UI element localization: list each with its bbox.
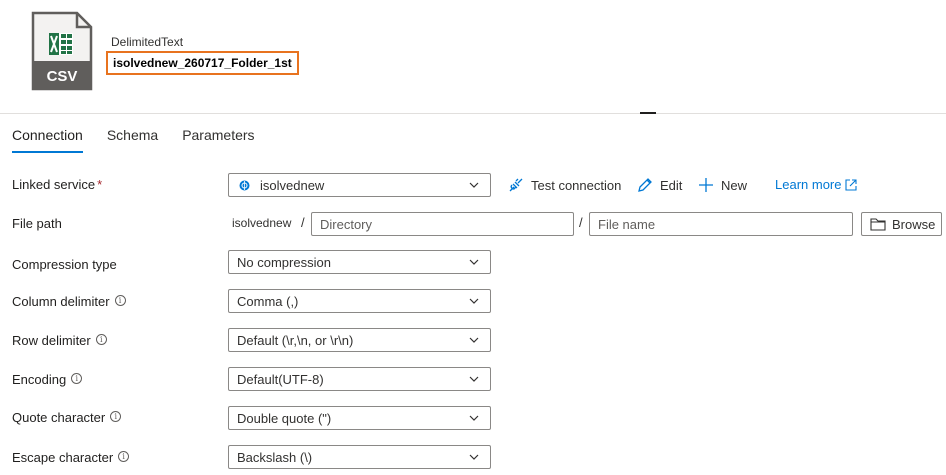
chevron-down-icon <box>469 454 479 460</box>
external-link-icon <box>845 178 858 191</box>
new-label: New <box>721 177 748 193</box>
row-delimiter-value: Default (\r,\n, or \r\n) <box>237 333 354 348</box>
linked-service-value: isolvednew <box>260 178 325 193</box>
path-separator: / <box>579 215 583 230</box>
column-delimiter-select[interactable]: Comma (,) <box>228 289 491 313</box>
escape-character-label-text: Escape character <box>12 450 114 465</box>
column-delimiter-label-text: Column delimiter <box>12 294 110 309</box>
chevron-down-icon <box>469 298 479 304</box>
file-path-label: File path <box>12 216 62 231</box>
chevron-down-icon <box>469 337 479 343</box>
folder-icon <box>870 218 886 231</box>
browse-button[interactable]: Browse <box>861 212 942 236</box>
quote-character-select[interactable]: Double quote (") <box>228 406 491 430</box>
quote-character-value: Double quote (") <box>237 411 332 426</box>
csv-icon-text: CSV <box>47 68 78 85</box>
encoding-label-text: Encoding <box>12 372 67 387</box>
encoding-select[interactable]: Default(UTF-8) <box>228 367 491 391</box>
chevron-down-icon <box>469 415 479 421</box>
info-icon[interactable]: i <box>118 451 130 462</box>
linked-service-label-text: Linked service <box>12 177 96 192</box>
quote-character-label: Quote character i <box>12 410 122 425</box>
learn-more-label: Learn more <box>775 177 842 192</box>
edit-label: Edit <box>660 177 683 193</box>
dataset-name[interactable]: isolvednew_260717_Folder_1st <box>106 51 299 75</box>
test-connection-button[interactable]: Test connection <box>507 176 621 194</box>
encoding-label: Encoding i <box>12 372 83 387</box>
row-delimiter-label-text: Row delimiter <box>12 333 91 348</box>
escape-character-select[interactable]: Backslash (\) <box>228 445 491 469</box>
encoding-value: Default(UTF-8) <box>237 372 324 387</box>
column-delimiter-label: Column delimiter i <box>12 294 126 309</box>
dataset-header: CSV DelimitedText isolvednew_260717_Fold… <box>0 0 946 114</box>
linked-service-label: Linked service * <box>12 177 102 192</box>
browse-label: Browse <box>892 216 936 232</box>
learn-more-link[interactable]: Learn more <box>775 177 858 192</box>
info-icon[interactable]: i <box>95 334 107 345</box>
pencil-icon <box>638 178 652 192</box>
linked-service-icon <box>239 180 250 191</box>
chevron-down-icon <box>469 182 479 188</box>
plug-icon <box>509 178 523 192</box>
directory-input-wrapper <box>311 212 574 236</box>
dataset-type: DelimitedText <box>111 35 184 49</box>
escape-character-value: Backslash (\) <box>237 450 313 465</box>
quote-character-label-text: Quote character <box>12 410 106 425</box>
compression-type-select[interactable]: No compression <box>228 250 491 274</box>
edit-button[interactable]: Edit <box>636 176 682 194</box>
compression-type-value: No compression <box>237 255 331 270</box>
linked-service-select[interactable]: isolvednew <box>228 173 491 197</box>
row-delimiter-select[interactable]: Default (\r,\n, or \r\n) <box>228 328 491 352</box>
file-name-input-wrapper <box>589 212 853 236</box>
escape-character-label: Escape character i <box>12 450 130 465</box>
column-delimiter-value: Comma (,) <box>237 294 299 309</box>
new-button[interactable]: New <box>697 176 747 194</box>
test-connection-label: Test connection <box>531 177 622 193</box>
path-separator: / <box>301 215 305 230</box>
required-marker: * <box>97 177 103 192</box>
row-delimiter-label: Row delimiter i <box>12 333 107 348</box>
plus-icon <box>699 178 713 192</box>
file-name-input[interactable] <box>590 213 852 235</box>
chevron-down-icon <box>469 376 479 382</box>
file-path-container-name: isolvednew <box>232 216 292 230</box>
csv-file-icon: CSV <box>31 11 93 91</box>
chevron-down-icon <box>469 259 479 265</box>
tab-schema[interactable]: Schema <box>107 127 158 153</box>
tab-parameters[interactable]: Parameters <box>182 127 254 153</box>
panel-splitter-handle[interactable] <box>640 112 656 114</box>
directory-input[interactable] <box>312 213 573 235</box>
info-icon[interactable]: i <box>71 373 83 384</box>
compression-type-label: Compression type <box>12 257 117 272</box>
tab-connection[interactable]: Connection <box>12 127 83 153</box>
info-icon[interactable]: i <box>110 411 122 422</box>
info-icon[interactable]: i <box>114 295 126 306</box>
tab-bar: Connection Schema Parameters <box>12 127 279 153</box>
